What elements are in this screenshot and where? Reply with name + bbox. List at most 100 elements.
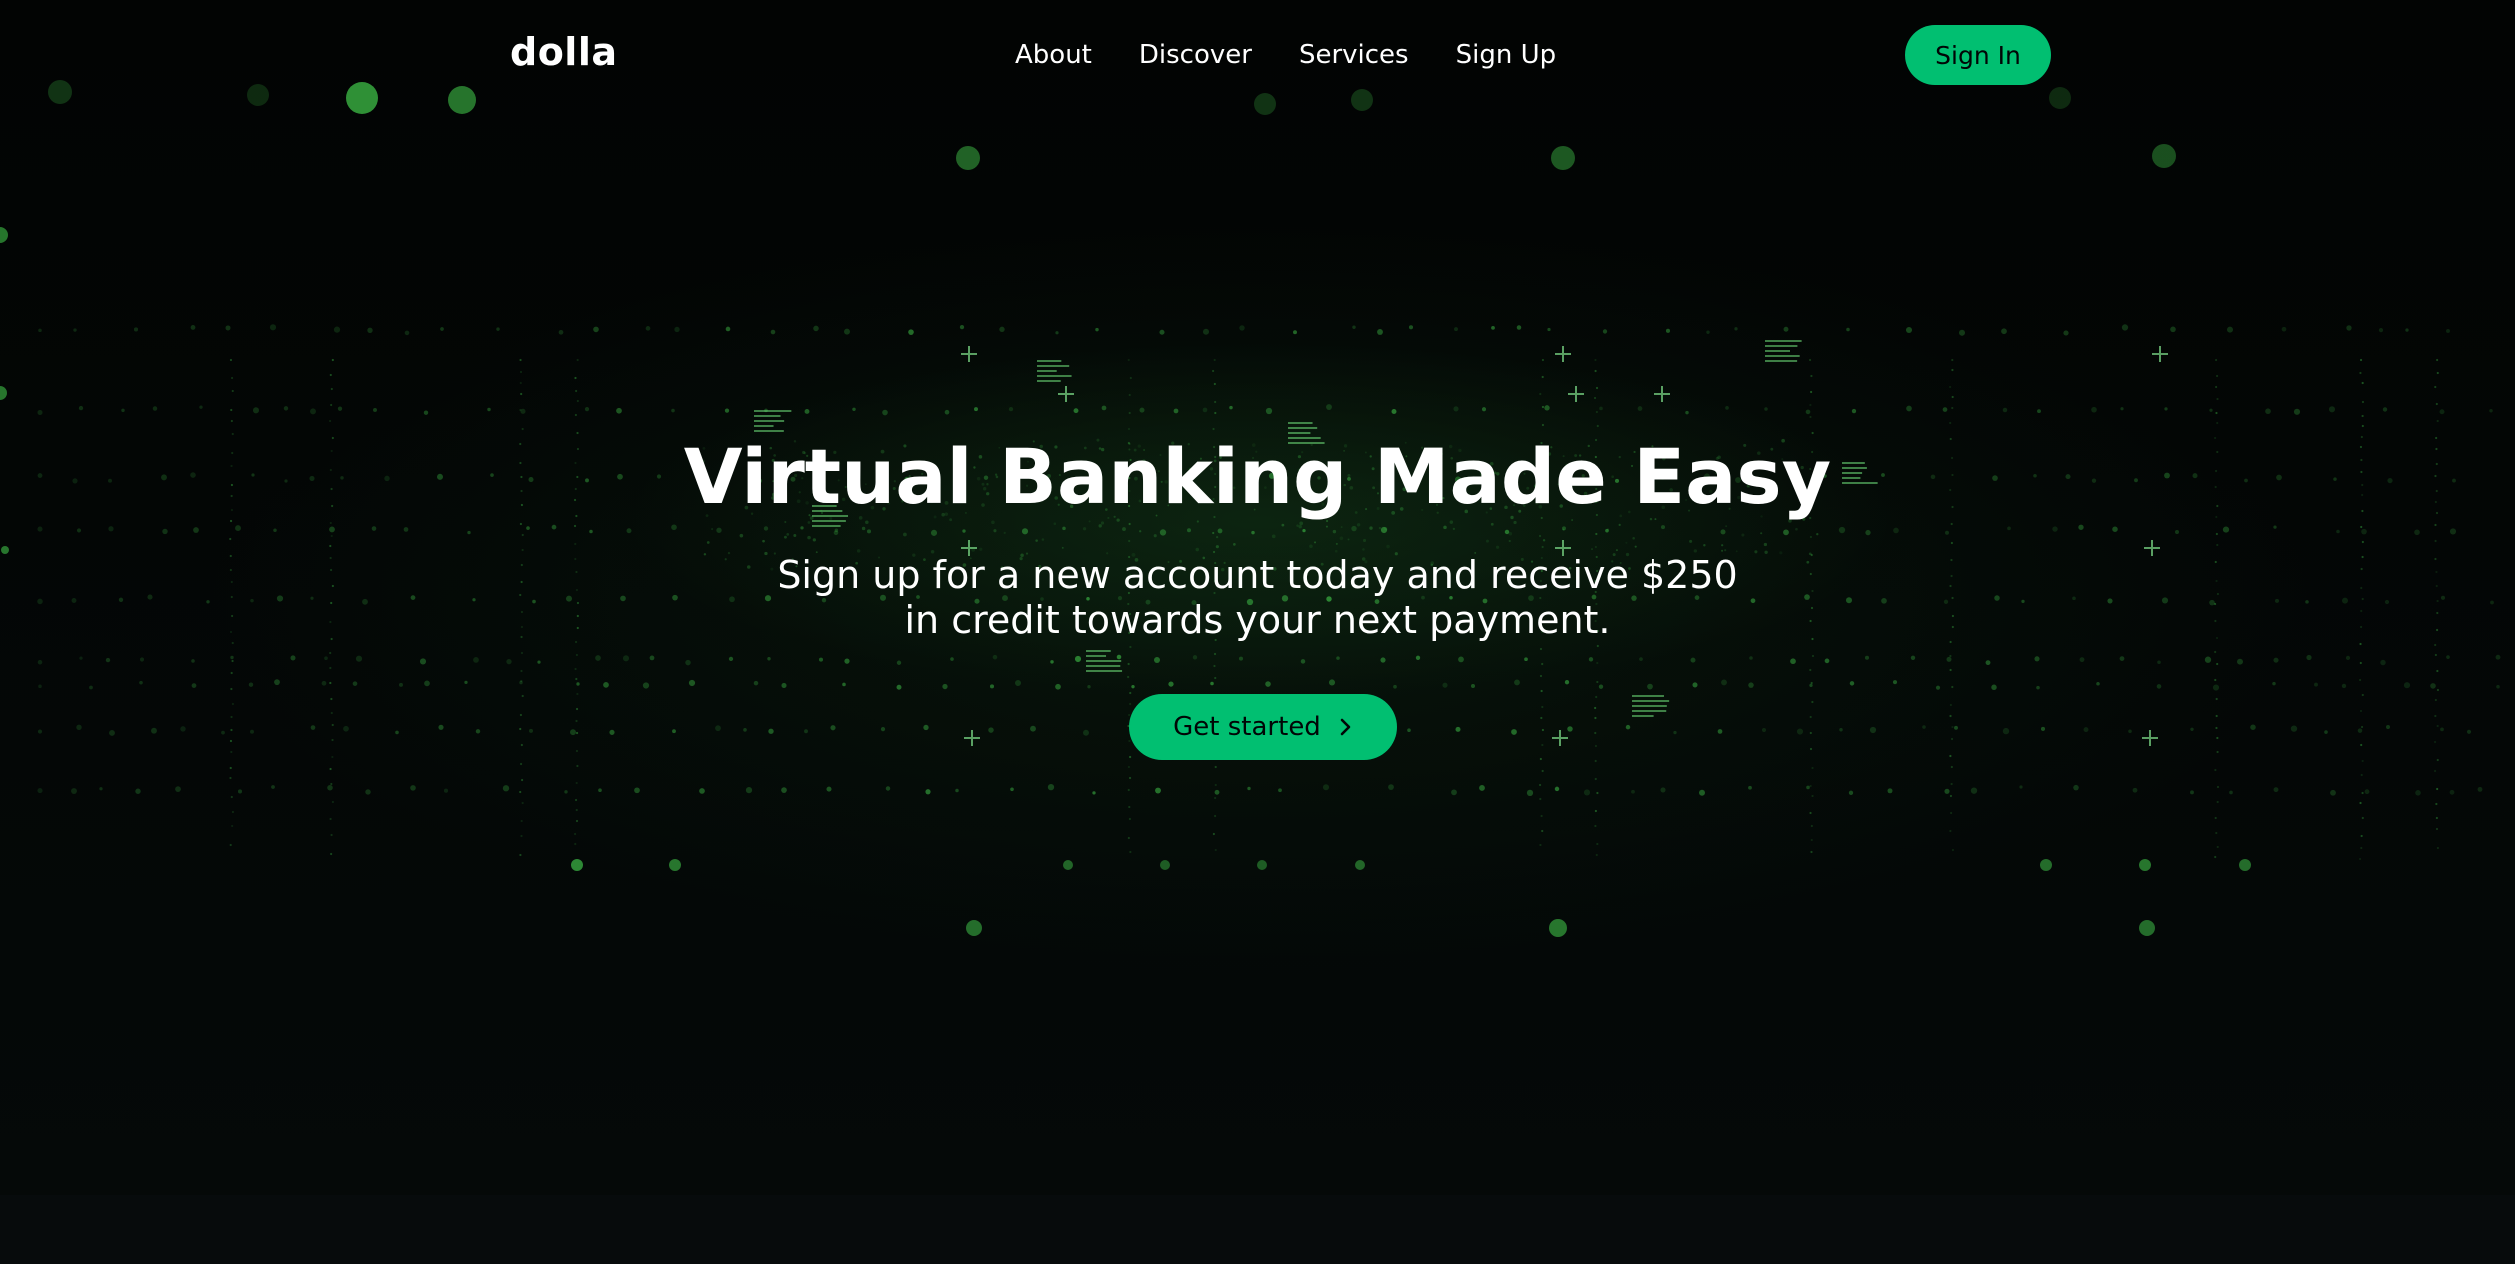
particle-dot xyxy=(2063,330,2069,336)
particle-dot xyxy=(365,789,371,795)
particle-dot xyxy=(1298,525,1302,529)
particle-dot xyxy=(942,683,948,690)
particle-dot xyxy=(229,739,233,743)
sign-in-button[interactable]: Sign In xyxy=(1905,25,2051,85)
particle-dot xyxy=(487,407,491,412)
particle-dot xyxy=(310,408,316,415)
particle-dot xyxy=(519,370,523,374)
nav-link-signup[interactable]: Sign Up xyxy=(1456,40,1557,70)
particle-dot xyxy=(575,749,579,753)
particle-dot xyxy=(576,692,579,696)
particle-dot xyxy=(1458,656,1464,663)
particle-dot xyxy=(2361,540,2364,544)
particle-dot xyxy=(1809,784,1812,788)
particle-dot xyxy=(1594,369,1597,373)
particle-dot xyxy=(1214,411,1217,415)
particle-dot xyxy=(1538,783,1542,787)
particle-dot xyxy=(519,713,523,717)
particle-dot xyxy=(1455,726,1461,732)
particle-dot xyxy=(2359,358,2363,362)
particle-dot xyxy=(2209,408,2213,412)
particle-dot xyxy=(2434,385,2437,389)
particle-dot xyxy=(1508,531,1513,536)
particle-dot xyxy=(1278,788,1282,793)
particle-dot xyxy=(671,408,675,413)
particle-dot xyxy=(575,819,579,823)
particle-dot xyxy=(1212,427,1215,431)
particle-dot xyxy=(2250,724,2256,730)
particle-dot xyxy=(2273,657,2279,663)
particle-dot xyxy=(1810,374,1813,378)
particle-glow xyxy=(1355,860,1365,870)
particle-dot xyxy=(520,392,523,396)
particle-dot xyxy=(1129,702,1132,706)
particle-dot xyxy=(1949,421,1952,425)
particle-dot xyxy=(1721,549,1724,552)
particle-dot xyxy=(1618,523,1621,526)
particle-dot xyxy=(1748,785,1752,790)
particle-dot xyxy=(76,528,82,533)
hero-title: Virtual Banking Made Easy xyxy=(683,432,1832,521)
particle-dot xyxy=(1127,765,1131,769)
particle-code xyxy=(1037,370,1057,372)
particle-dot xyxy=(410,785,416,791)
particle-dot xyxy=(1717,729,1723,734)
particle-dot xyxy=(609,729,615,735)
particle-dot xyxy=(767,657,771,661)
particle-dot xyxy=(672,729,676,734)
particle-dot xyxy=(519,408,522,412)
particle-dot xyxy=(622,655,630,662)
particle-dot xyxy=(1950,541,1954,545)
particle-dot xyxy=(1810,838,1813,842)
particle-dot xyxy=(1128,411,1131,415)
particle-dot xyxy=(2433,769,2437,773)
particle-dot xyxy=(979,547,983,551)
particle-dot xyxy=(2170,326,2176,333)
particle-dot xyxy=(1293,330,1297,335)
particle-dot xyxy=(151,727,157,734)
particle-dot xyxy=(229,358,233,362)
particle-dot xyxy=(2216,800,2219,804)
particle-dot xyxy=(1339,536,1344,541)
particle-dot xyxy=(1634,545,1637,548)
particle-glow xyxy=(669,859,681,871)
particle-dot xyxy=(1539,392,1542,396)
particle-dot xyxy=(1127,836,1130,840)
nav-link-services[interactable]: Services xyxy=(1299,40,1409,70)
particle-dot xyxy=(1322,784,1330,791)
particle-dot xyxy=(1954,725,1958,730)
particle-dot xyxy=(770,329,776,335)
particle-dot xyxy=(1541,423,1545,427)
particle-dot xyxy=(1030,725,1036,732)
particle-dot xyxy=(2434,698,2437,702)
get-started-button[interactable]: Get started xyxy=(1129,694,1397,760)
particle-dot xyxy=(2415,790,2421,796)
particle-dot xyxy=(1944,788,1950,794)
particle-dot xyxy=(1212,531,1215,535)
particle-dot xyxy=(1945,530,1949,535)
particle-dot xyxy=(1541,705,1544,709)
nav-link-discover[interactable]: Discover xyxy=(1139,40,1252,70)
particle-dot xyxy=(804,409,810,414)
particle-dot xyxy=(2360,725,2364,729)
particle-dot xyxy=(1761,727,1767,733)
particle-dot xyxy=(330,697,333,701)
particle-glow xyxy=(2040,859,2052,871)
particle-dot xyxy=(2281,326,2287,332)
particle-dot xyxy=(739,533,744,538)
particle-dot xyxy=(2440,727,2444,732)
particle-dot xyxy=(395,730,399,735)
particle-dot xyxy=(1352,325,1356,329)
particle-dot xyxy=(1074,655,1082,663)
particle-dot xyxy=(2214,768,2217,772)
nav-link-about[interactable]: About xyxy=(1015,40,1092,70)
particle-dot xyxy=(1082,527,1087,531)
particle-dot xyxy=(1380,657,1386,663)
particle-dot xyxy=(2357,728,2363,733)
particle-dot xyxy=(329,373,332,377)
particle-dot xyxy=(105,657,111,663)
particle-dot xyxy=(2414,529,2420,536)
particle-dot xyxy=(1542,539,1546,542)
logo[interactable]: dolla xyxy=(510,30,618,74)
particle-dot xyxy=(1541,662,1544,666)
